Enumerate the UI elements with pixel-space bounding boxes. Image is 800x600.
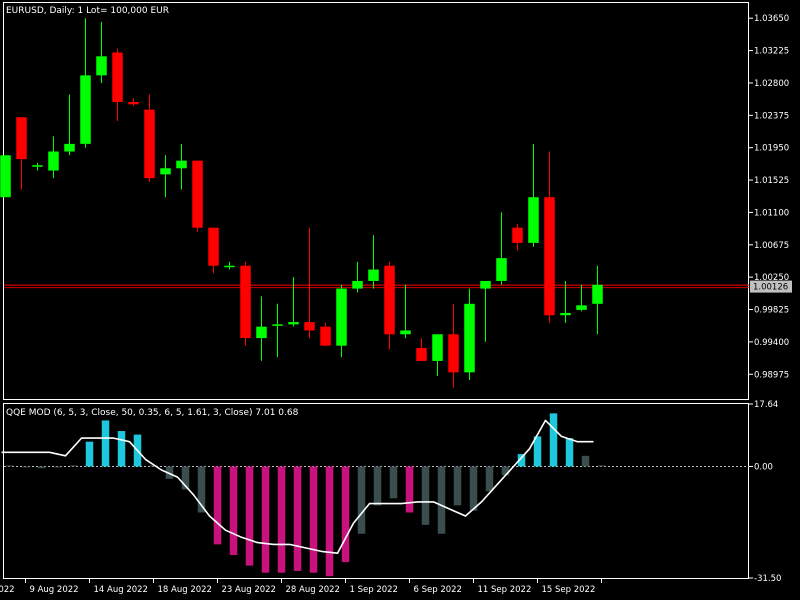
histogram-bar	[117, 431, 126, 467]
date-label: 15 Sep 2022	[542, 585, 596, 595]
histogram-bar	[357, 466, 366, 534]
date-label: 11 Sep 2022	[478, 585, 532, 595]
price-axis-label: 1.02375	[754, 111, 789, 121]
date-label: 18 Aug 2022	[158, 585, 212, 595]
histogram-bar	[213, 466, 222, 545]
histogram-bar	[37, 466, 46, 469]
indicator-title: QQE MOD (6, 5, 3, Close, 50, 0.35, 6, 5,…	[6, 408, 299, 418]
histogram-bar	[485, 466, 494, 492]
candle-body	[160, 168, 171, 175]
candle-body	[256, 326, 267, 339]
histogram-bar	[389, 466, 398, 499]
histogram-bar	[581, 455, 590, 467]
date-label: 28 Aug 2022	[286, 585, 340, 595]
histogram-bar	[469, 466, 478, 511]
candle-body	[0, 155, 11, 198]
histogram-bar	[549, 413, 558, 467]
candle-body	[368, 269, 379, 281]
histogram-bar	[261, 466, 270, 573]
candle-body	[400, 330, 411, 335]
candle-body	[352, 280, 363, 289]
candle-body	[128, 102, 139, 105]
indicator-axis-label: 0.00	[754, 462, 773, 472]
candle-body	[64, 143, 75, 152]
histogram-bar	[101, 420, 110, 467]
histogram-bar	[501, 466, 510, 476]
candle-body	[544, 197, 555, 316]
candle-body	[320, 326, 331, 346]
candle-body	[336, 288, 347, 346]
price-axis-label: 1.03650	[754, 14, 789, 24]
price-axis-label: 1.00675	[754, 241, 789, 251]
current-price-label: 1.00126	[753, 283, 788, 293]
symbol-title: EURUSD, Daily: 1 Lot= 100,000 EUR	[6, 6, 169, 16]
candle-body	[112, 52, 123, 102]
chart-root: 1.03650 1.03225 1.02800 1.02375 1.01950 1.015…	[0, 0, 800, 600]
candle-body	[288, 322, 299, 325]
date-label: 14 Aug 2022	[94, 585, 148, 595]
candle-body	[384, 265, 395, 335]
histogram-bar	[373, 466, 382, 506]
candle-body	[448, 334, 459, 373]
histogram-bar	[293, 466, 302, 571]
candle-body	[432, 334, 443, 361]
histogram-bar	[597, 465, 606, 467]
candle-body	[496, 258, 507, 281]
candle-body	[576, 305, 587, 310]
histogram-bar	[21, 466, 30, 468]
price-axis-label: 0.99825	[754, 306, 789, 316]
candle-body	[144, 109, 155, 179]
candle-body	[192, 160, 203, 228]
histogram-bar	[325, 466, 334, 577]
candle-body	[224, 265, 235, 268]
date-label: 9 Aug 2022	[30, 585, 79, 595]
price-axis-label: 1.01100	[754, 208, 789, 218]
candle-body	[48, 151, 59, 171]
histogram-bar	[341, 466, 350, 563]
candle-body	[416, 347, 427, 361]
date-label: 23 Aug 2022	[222, 585, 276, 595]
candle-body	[480, 280, 491, 289]
date-label: 1 Sep 2022	[350, 585, 398, 595]
date-label: 6 Sep 2022	[414, 585, 462, 595]
price-axis-label: 1.01950	[754, 144, 789, 154]
histogram-bar	[5, 465, 14, 467]
price-axis-label: 0.99400	[754, 338, 789, 348]
candle-body	[208, 227, 219, 266]
price-axis-label: 1.02800	[754, 79, 789, 89]
histogram-bar	[309, 466, 318, 573]
candle-body	[560, 312, 571, 316]
histogram-bar	[405, 466, 414, 513]
histogram-bar	[229, 466, 238, 555]
candle-body	[80, 75, 91, 144]
candle-body	[528, 197, 539, 243]
candle-body	[464, 303, 475, 373]
histogram-bar	[421, 466, 430, 525]
candle-body	[240, 265, 251, 339]
candle-body	[272, 324, 283, 326]
candle-body	[96, 56, 107, 76]
candle-body	[592, 284, 603, 304]
price-axis-label: 0.98975	[754, 370, 789, 380]
histogram-bar	[53, 466, 62, 468]
histogram-bar	[453, 466, 462, 506]
price-axis-label: 1.03225	[754, 47, 789, 57]
histogram-bar	[85, 441, 94, 467]
candle-body	[32, 165, 43, 167]
price-axis-label: 1.01525	[754, 176, 789, 186]
candle-body	[304, 322, 315, 331]
indicator-axis-label: 17.64	[754, 400, 778, 410]
indicator-axis-label: -31.50	[754, 574, 781, 584]
histogram-bar	[437, 466, 446, 534]
histogram-bar	[69, 465, 78, 467]
histogram-bar	[245, 466, 254, 566]
histogram-bar	[565, 438, 574, 467]
candle-body	[512, 227, 523, 243]
date-label: 4 Aug 2022	[0, 585, 15, 595]
candle-body	[176, 160, 187, 169]
histogram-bar	[277, 466, 286, 573]
candle-body	[16, 117, 27, 160]
